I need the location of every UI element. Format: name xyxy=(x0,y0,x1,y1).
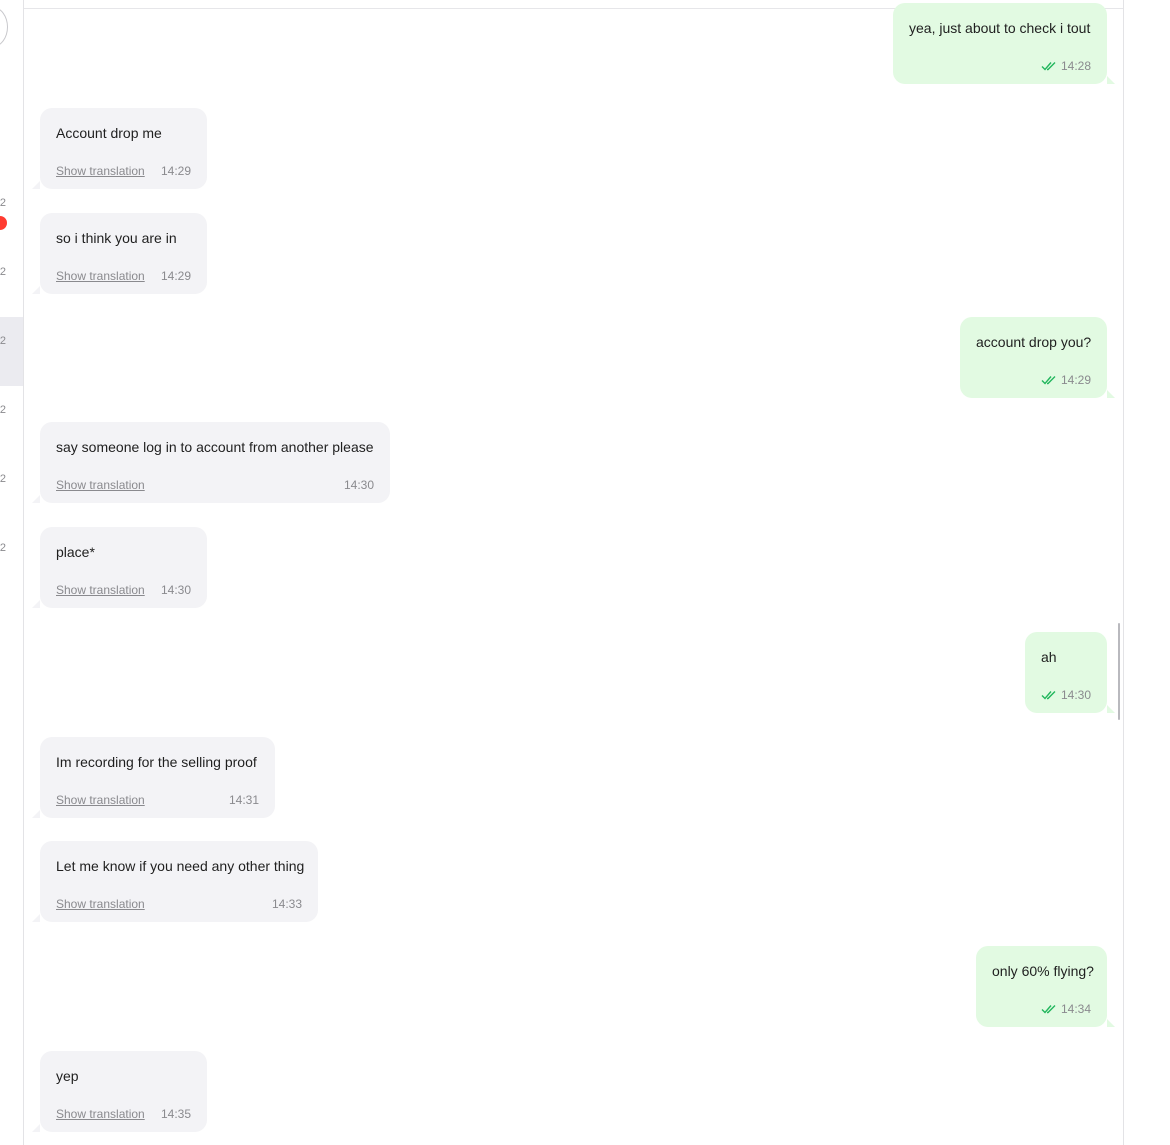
show-translation-link[interactable]: Show translation xyxy=(56,793,145,807)
message-meta: Show translation 14:33 xyxy=(56,896,302,912)
conversation-item[interactable]: 2 xyxy=(0,179,23,248)
show-translation-link[interactable]: Show translation xyxy=(56,897,145,911)
avatar[interactable] xyxy=(0,7,8,47)
message-incoming[interactable]: place* Show translation 14:30 xyxy=(32,527,207,608)
conversation-item-active[interactable]: 2 xyxy=(0,317,23,386)
message-time: 14:29 xyxy=(160,269,191,283)
message-text: Account drop me xyxy=(56,125,162,141)
message-bubble: yep Show translation 14:35 xyxy=(32,1051,207,1132)
message-meta: Show translation 14:30 xyxy=(56,582,191,598)
message-incoming[interactable]: say someone log in to account from anoth… xyxy=(32,422,390,503)
conversation-date: 2 xyxy=(0,197,6,209)
message-meta: Show translation 14:31 xyxy=(56,792,259,808)
message-text: only 60% flying? xyxy=(992,963,1094,979)
message-incoming[interactable]: Im recording for the selling proof Show … xyxy=(32,737,275,818)
message-outgoing[interactable]: account drop you? 14:29 xyxy=(960,317,1115,398)
double-check-icon xyxy=(1041,376,1056,385)
message-text: Let me know if you need any other thing xyxy=(56,858,305,874)
conversation-item[interactable]: 2 xyxy=(0,524,23,593)
message-text: place* xyxy=(56,544,95,560)
message-bubble: Im recording for the selling proof Show … xyxy=(32,737,275,818)
unread-badge xyxy=(0,216,7,230)
message-time: 14:35 xyxy=(160,1107,191,1121)
message-text: yea, just about to check i tout xyxy=(909,20,1091,36)
double-check-icon xyxy=(1041,62,1056,71)
message-time: 14:30 xyxy=(160,583,191,597)
message-meta: Show translation 14:30 xyxy=(56,477,374,493)
message-text: say someone log in to account from anoth… xyxy=(56,439,374,455)
double-check-icon xyxy=(1041,1005,1056,1014)
message-text: yep xyxy=(56,1068,79,1084)
conversation-date: 2 xyxy=(0,404,6,416)
message-meta: 14:29 xyxy=(976,372,1091,388)
message-time: 14:33 xyxy=(271,897,302,911)
message-time: 14:29 xyxy=(1060,373,1091,387)
message-incoming[interactable]: Account drop me Show translation 14:29 xyxy=(32,108,207,189)
conversation-date: 2 xyxy=(0,335,6,347)
message-text: Im recording for the selling proof xyxy=(56,754,257,770)
conversation-item[interactable]: 2 xyxy=(0,455,23,524)
message-outgoing[interactable]: ah 14:30 xyxy=(1025,632,1115,713)
message-time: 14:30 xyxy=(1060,688,1091,702)
message-bubble: only 60% flying? 14:34 xyxy=(976,946,1115,1027)
message-text: so i think you are in xyxy=(56,230,177,246)
message-time: 14:34 xyxy=(1060,1002,1091,1016)
message-bubble: ah 14:30 xyxy=(1025,632,1115,713)
conversation-date: 2 xyxy=(0,473,6,485)
message-meta: 14:28 xyxy=(909,58,1091,74)
message-bubble: say someone log in to account from anoth… xyxy=(32,422,390,503)
conversation-item[interactable]: 2 xyxy=(0,386,23,455)
show-translation-link[interactable]: Show translation xyxy=(56,164,145,178)
conversation-item[interactable]: 2 xyxy=(0,248,23,317)
message-meta: Show translation 14:35 xyxy=(56,1106,191,1122)
message-incoming[interactable]: yep Show translation 14:35 xyxy=(32,1051,207,1132)
message-text: account drop you? xyxy=(976,334,1092,350)
show-translation-link[interactable]: Show translation xyxy=(56,269,145,283)
message-bubble: Account drop me Show translation 14:29 xyxy=(32,108,207,189)
show-translation-link[interactable]: Show translation xyxy=(56,583,145,597)
message-bubble: account drop you? 14:29 xyxy=(960,317,1115,398)
message-meta: 14:30 xyxy=(1041,687,1091,703)
chat-scrollbar[interactable] xyxy=(1118,623,1120,720)
show-translation-link[interactable]: Show translation xyxy=(56,1107,145,1121)
chat-messages-area[interactable]: yea, just about to check i tout 14:28 Ac… xyxy=(24,0,1123,1145)
message-time: 14:30 xyxy=(343,478,374,492)
conversation-list-sidebar: 2 2 2 2 2 2 xyxy=(0,0,24,1145)
message-bubble: yea, just about to check i tout 14:28 xyxy=(893,3,1115,84)
message-time: 14:29 xyxy=(160,164,191,178)
message-incoming[interactable]: Let me know if you need any other thing … xyxy=(32,841,318,922)
message-outgoing[interactable]: only 60% flying? 14:34 xyxy=(976,946,1115,1027)
message-outgoing[interactable]: yea, just about to check i tout 14:28 xyxy=(893,3,1115,84)
message-bubble: so i think you are in Show translation 1… xyxy=(32,213,207,294)
message-bubble: Let me know if you need any other thing … xyxy=(32,841,318,922)
message-bubble: place* Show translation 14:30 xyxy=(32,527,207,608)
conversation-date: 2 xyxy=(0,266,6,278)
message-incoming[interactable]: so i think you are in Show translation 1… xyxy=(32,213,207,294)
double-check-icon xyxy=(1041,691,1056,700)
message-meta: 14:34 xyxy=(992,1001,1091,1017)
conversation-date: 2 xyxy=(0,542,6,554)
panel-divider xyxy=(1123,0,1124,1145)
message-time: 14:28 xyxy=(1060,59,1091,73)
message-text: ah xyxy=(1041,649,1057,665)
message-meta: Show translation 14:29 xyxy=(56,163,191,179)
message-meta: Show translation 14:29 xyxy=(56,268,191,284)
show-translation-link[interactable]: Show translation xyxy=(56,478,145,492)
message-time: 14:31 xyxy=(228,793,259,807)
